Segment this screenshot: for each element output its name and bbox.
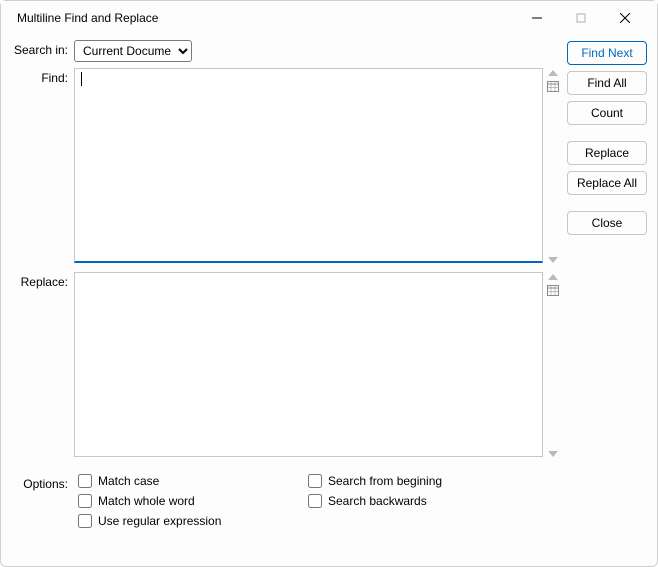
search-from-beginning-label[interactable]: Search from begining	[328, 474, 442, 488]
search-in-select[interactable]: Current Document	[74, 40, 192, 62]
search-from-beginning-checkbox[interactable]	[308, 474, 322, 488]
text-cursor	[81, 72, 82, 86]
search-in-row: Search in: Current Document	[11, 40, 559, 62]
match-whole-word-checkbox[interactable]	[78, 494, 92, 508]
history-down-icon[interactable]	[548, 451, 558, 457]
match-case-checkbox[interactable]	[78, 474, 92, 488]
close-button[interactable]: Close	[567, 211, 647, 235]
replace-field	[74, 272, 559, 460]
minimize-button[interactable]	[515, 3, 559, 33]
options-row: Options: Match case Search from begining…	[11, 474, 559, 528]
window-title: Multiline Find and Replace	[17, 11, 515, 25]
search-from-beginning-option: Search from begining	[308, 474, 559, 488]
replace-row: Replace:	[11, 272, 559, 460]
find-next-button[interactable]: Find Next	[567, 41, 647, 65]
calendar-icon[interactable]	[547, 80, 559, 92]
match-whole-word-label[interactable]: Match whole word	[98, 494, 195, 508]
use-regex-option: Use regular expression	[78, 514, 308, 528]
use-regex-label[interactable]: Use regular expression	[98, 514, 221, 528]
window-controls	[515, 3, 647, 33]
dialog-body: Search in: Current Document Find:	[1, 34, 657, 566]
count-button[interactable]: Count	[567, 101, 647, 125]
match-case-option: Match case	[78, 474, 308, 488]
find-all-button[interactable]: Find All	[567, 71, 647, 95]
close-icon	[620, 13, 630, 23]
left-panel: Search in: Current Document Find:	[11, 40, 559, 556]
options-grid: Match case Search from begining Match wh…	[74, 474, 559, 528]
search-in-field: Current Document	[74, 40, 559, 62]
find-side-controls	[547, 68, 559, 263]
replace-all-button[interactable]: Replace All	[567, 171, 647, 195]
dialog-window: Multiline Find and Replace Search in: Cu…	[0, 0, 658, 567]
button-panel: Find Next Find All Count Replace Replace…	[567, 40, 647, 556]
options-label: Options:	[11, 474, 74, 528]
search-backwards-checkbox[interactable]	[308, 494, 322, 508]
search-backwards-option: Search backwards	[308, 494, 559, 508]
search-backwards-label[interactable]: Search backwards	[328, 494, 427, 508]
close-window-button[interactable]	[603, 3, 647, 33]
history-down-icon[interactable]	[548, 257, 558, 263]
maximize-icon	[576, 13, 586, 23]
history-up-icon[interactable]	[548, 274, 558, 280]
replace-button[interactable]: Replace	[567, 141, 647, 165]
find-field	[74, 68, 559, 266]
match-case-label[interactable]: Match case	[98, 474, 159, 488]
match-whole-word-option: Match whole word	[78, 494, 308, 508]
titlebar: Multiline Find and Replace	[1, 1, 657, 34]
use-regex-checkbox[interactable]	[78, 514, 92, 528]
maximize-button[interactable]	[559, 3, 603, 33]
replace-textarea[interactable]	[74, 272, 543, 457]
find-row: Find:	[11, 68, 559, 266]
history-up-icon[interactable]	[548, 70, 558, 76]
find-label: Find:	[11, 68, 74, 85]
search-in-label: Search in:	[11, 40, 74, 57]
minimize-icon	[532, 13, 542, 23]
find-textarea[interactable]	[74, 68, 543, 263]
replace-label: Replace:	[11, 272, 74, 289]
replace-side-controls	[547, 272, 559, 457]
calendar-icon[interactable]	[547, 284, 559, 296]
